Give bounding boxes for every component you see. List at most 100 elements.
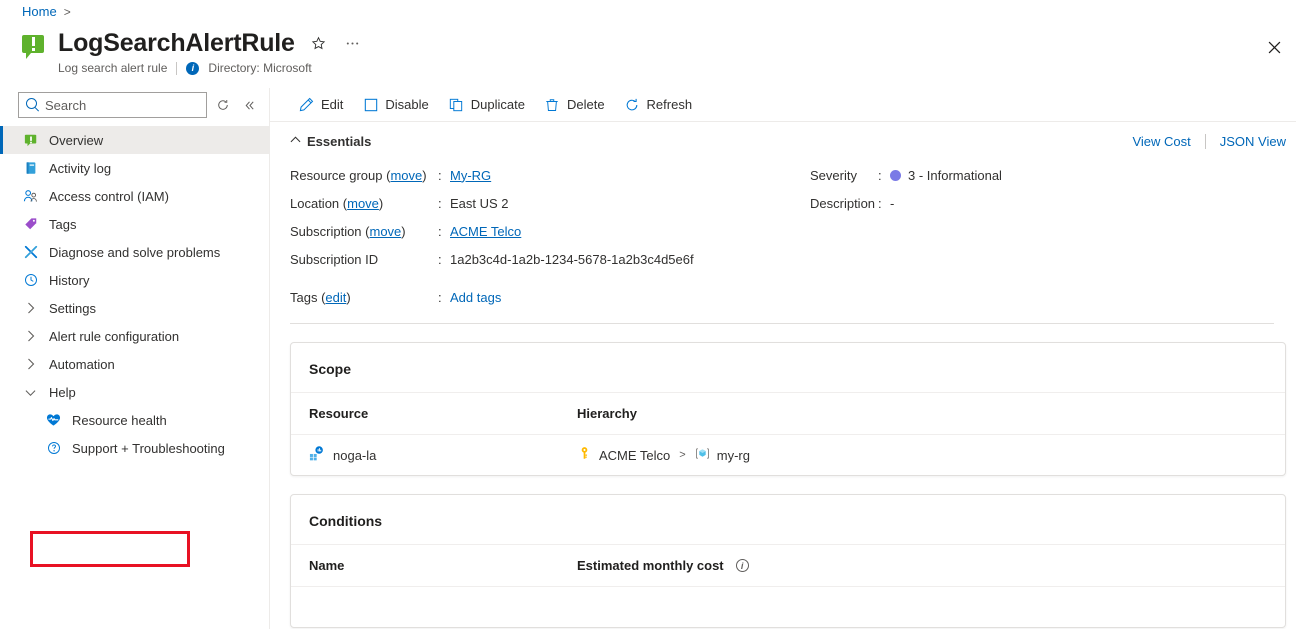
table-row[interactable] [291,587,1285,627]
essentials-row-tags: Tags (edit) : Add tags [290,283,1274,311]
location-value: East US 2 [450,195,509,211]
subscription-id-value: 1a2b3c4d-1a2b-1234-5678-1a2b3c4d5e6f [450,251,694,267]
key-icon [577,446,592,464]
essentials-left-column: Resource group (move) : My-RG Location (… [290,161,810,273]
resource-group-value[interactable]: My-RG [450,168,491,183]
clock-icon [22,272,39,289]
page-header: LogSearchAlertRule Log search alert rule… [22,28,363,75]
delete-button[interactable]: Delete [536,91,614,119]
severity-label: Severity [810,167,857,183]
json-view-link[interactable]: JSON View [1220,134,1286,149]
edit-tags-link[interactable]: edit [325,290,346,305]
sidebar-search-row [0,88,269,118]
description-value: - [890,195,895,211]
sidebar-item-label: Activity log [49,160,112,176]
view-cost-link[interactable]: View Cost [1132,134,1190,149]
tags-label: Tags (edit) [290,289,351,305]
sidebar-item-label: Access control (IAM) [49,188,169,204]
essentials-section: Essentials View Cost JSON View Resource … [270,122,1296,324]
sidebar-item-settings[interactable]: Settings [0,294,269,322]
add-tags-link[interactable]: Add tags [450,290,501,305]
sidebar-item-tags[interactable]: Tags [0,210,269,238]
resource-group-icon [695,446,710,464]
sidebar-item-label: Automation [49,356,115,372]
sidebar-item-support-troubleshooting[interactable]: Support + Troubleshooting [0,434,269,462]
subscription-value[interactable]: ACME Telco [450,224,521,239]
colon: : [438,289,442,305]
chevron-up-icon [290,136,301,147]
essentials-grid: Resource group (move) : My-RG Location (… [290,161,1274,273]
conditions-col-cost: Estimated monthly cost i [577,558,1267,573]
page-title: LogSearchAlertRule [58,29,295,57]
sidebar-item-help[interactable]: Help [0,378,269,406]
subscription-id-label: Subscription ID [290,251,379,267]
resource-health-highlight-box [30,531,190,567]
heart-pulse-icon [45,412,62,429]
colon: : [438,195,442,211]
sidebar-item-overview[interactable]: Overview [0,126,269,154]
move-link[interactable]: move [347,196,379,211]
colon: : [438,223,442,239]
move-link[interactable]: move [370,224,402,239]
refresh-icon[interactable] [213,94,233,116]
ellipsis-icon[interactable] [343,33,363,53]
square-icon [363,97,378,112]
sidebar-item-diagnose[interactable]: Diagnose and solve problems [0,238,269,266]
trash-icon [545,97,560,112]
tag-icon [22,216,39,233]
star-icon[interactable] [309,33,329,53]
search-input[interactable] [19,97,207,113]
sidebar-item-label: Help [49,384,76,400]
duplicate-button[interactable]: Duplicate [440,91,534,119]
hierarchy-subscription: ACME Telco [599,447,671,463]
subtitle-divider [176,61,178,75]
disable-button[interactable]: Disable [354,91,437,119]
double-chevron-left-icon[interactable] [239,94,259,116]
essentials-row-location: Location (move) : East US 2 [290,189,810,217]
conditions-card-title: Conditions [291,495,1285,545]
scope-card-title: Scope [291,343,1285,393]
main-content: Edit Disable Duplicate Delete Refresh Es… [270,88,1296,629]
essentials-links: View Cost JSON View [1132,134,1286,149]
sidebar-item-history[interactable]: History [0,266,269,294]
scope-card: Scope Resource Hierarchy noga-la ACME Te… [290,342,1286,476]
resource-group-label: Resource group (move) [290,167,427,183]
sidebar-item-alert-rule-configuration[interactable]: Alert rule configuration [0,322,269,350]
essentials-toggle[interactable]: Essentials [290,134,371,149]
scope-resource-name: noga-la [333,447,377,463]
sidebar-item-label: Resource health [72,412,167,428]
close-icon[interactable] [1260,33,1288,61]
conditions-card: Conditions Name Estimated monthly cost i [290,494,1286,628]
chevron-down-icon [22,388,39,397]
delete-label: Delete [566,97,605,112]
sidebar-item-resource-health[interactable]: Resource health [0,406,269,434]
page-subtitle: Log search alert rule [58,61,168,75]
refresh-button[interactable]: Refresh [616,91,702,119]
breadcrumb-separator-icon: > [63,4,71,19]
log-analytics-icon [309,446,324,464]
breadcrumb-item-home[interactable]: Home [22,4,57,19]
chevron-right-icon [22,358,39,370]
sidebar-item-label: Alert rule configuration [49,328,180,344]
table-row[interactable]: noga-la ACME Telco > my-rg [291,435,1285,475]
sidebar-item-activity-log[interactable]: Activity log [0,154,269,182]
search-box[interactable] [18,92,208,118]
sidebar-item-label: Settings [49,300,96,316]
info-circle-icon[interactable]: i [735,559,749,572]
edit-button[interactable]: Edit [290,91,352,119]
move-link[interactable]: move [390,168,422,183]
description-label: Description [810,195,876,211]
hierarchy-resource-group: my-rg [716,447,750,463]
info-icon[interactable]: i [186,61,200,75]
sidebar-item-automation[interactable]: Automation [0,350,269,378]
scope-hierarchy-cell: ACME Telco > my-rg [577,446,1267,464]
colon: : [438,251,442,267]
alert-rule-icon [22,132,39,149]
sidebar-item-access-control[interactable]: Access control (IAM) [0,182,269,210]
chevron-right-icon [22,330,39,342]
severity-value: 3 - Informational [908,167,1002,183]
sidebar-item-label: Tags [49,216,77,232]
sidebar-item-label: Overview [49,132,104,148]
scope-resource-cell: noga-la [309,446,577,464]
question-circle-icon [45,440,62,457]
